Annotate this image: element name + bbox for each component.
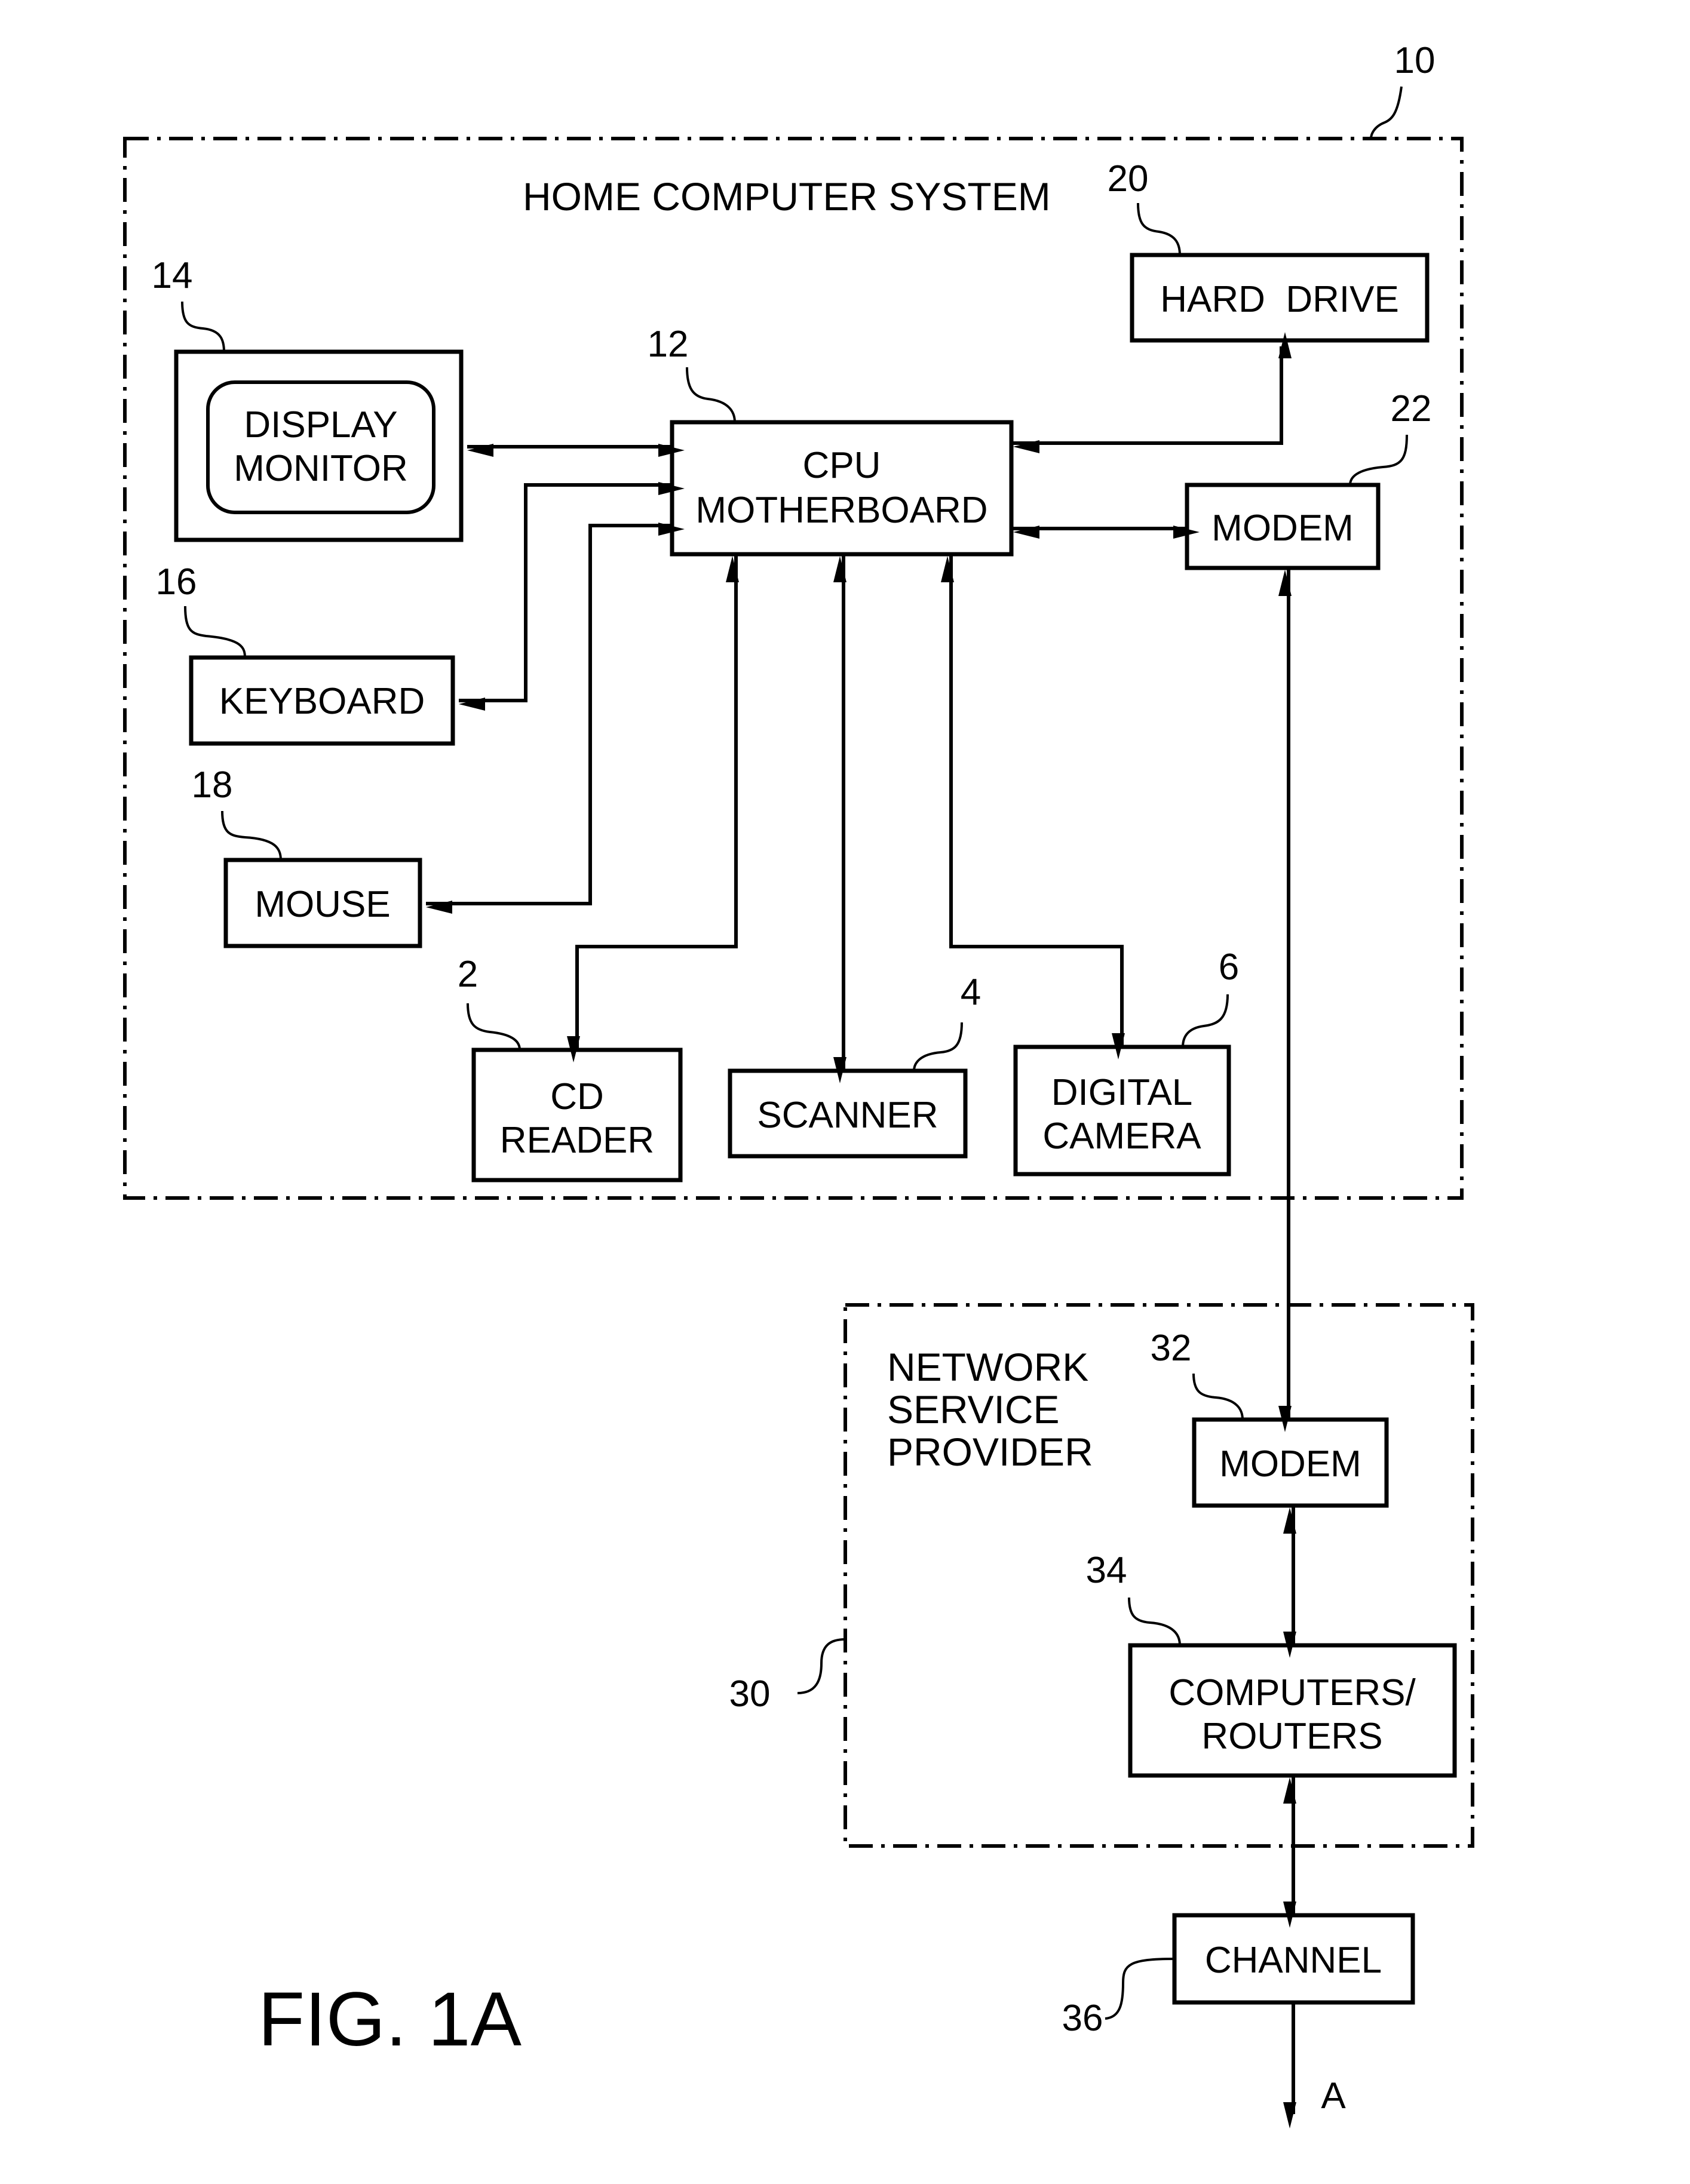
hard-drive-label: HARD DRIVE xyxy=(1160,279,1399,320)
ref-6: 6 xyxy=(1219,947,1239,988)
wire-keyboard-cpu xyxy=(459,482,685,711)
leader-22 xyxy=(1349,434,1408,486)
channel-label: CHANNEL xyxy=(1205,1940,1382,1981)
modem-home: MODEM 22 xyxy=(1185,388,1432,570)
display-label-2: MONITOR xyxy=(234,448,408,489)
modem-home-label: MODEM xyxy=(1211,508,1354,549)
leader-2 xyxy=(467,1003,521,1050)
wire-cpu-cdreader xyxy=(566,556,739,1063)
ref-14: 14 xyxy=(152,255,193,296)
ref-20: 20 xyxy=(1108,158,1149,199)
scanner: SCANNER 4 xyxy=(728,972,981,1159)
ref-22: 22 xyxy=(1391,388,1432,429)
leader-16 xyxy=(184,606,246,658)
leader-6 xyxy=(1182,994,1229,1048)
routers-label-2: ROUTERS xyxy=(1201,1716,1382,1757)
home-computer-system-group: HOME COMPUTER SYSTEM 10 xyxy=(123,40,1464,1200)
computers-routers: COMPUTERS/ ROUTERS 34 xyxy=(1086,1550,1457,1778)
ref-10: 10 xyxy=(1394,40,1436,81)
scanner-label: SCANNER xyxy=(757,1095,938,1136)
hard-drive: HARD DRIVE 20 xyxy=(1108,158,1430,343)
ref-18: 18 xyxy=(192,764,233,806)
camera-label-1: DIGITAL xyxy=(1051,1072,1193,1113)
ref-36: 36 xyxy=(1062,1998,1103,2039)
ref-4: 4 xyxy=(961,972,981,1013)
leader-4 xyxy=(913,1022,963,1071)
leader-10 xyxy=(1370,86,1403,139)
leader-30 xyxy=(797,1638,846,1694)
network-title-line-2: SERVICE xyxy=(887,1387,1060,1432)
display-label-1: DISPLAY xyxy=(244,404,397,446)
ref-30: 30 xyxy=(729,1673,771,1715)
cpu-label-2: MOTHERBOARD xyxy=(695,490,987,531)
ref-2: 2 xyxy=(458,954,478,995)
cpu-label-1: CPU xyxy=(803,445,881,486)
routers-label-1: COMPUTERS/ xyxy=(1168,1672,1416,1713)
leader-20 xyxy=(1137,202,1181,256)
network-title-line-1: NETWORK xyxy=(887,1345,1088,1389)
leader-36 xyxy=(1105,1958,1175,2020)
leader-34 xyxy=(1128,1597,1181,1646)
wire-cpu-harddrive xyxy=(1013,331,1292,454)
leader-18 xyxy=(221,810,282,861)
cd-reader-label-2: READER xyxy=(500,1120,654,1161)
camera-label-2: CAMERA xyxy=(1042,1116,1201,1157)
wire-mouse-cpu xyxy=(426,523,685,914)
modem-isp-label: MODEM xyxy=(1219,1443,1361,1485)
mouse-label: MOUSE xyxy=(254,884,390,925)
ref-16: 16 xyxy=(156,561,197,603)
keyboard: KEYBOARD 16 xyxy=(156,561,455,746)
digital-camera: DIGITAL CAMERA 6 xyxy=(1013,947,1239,1177)
ref-32: 32 xyxy=(1151,1328,1192,1369)
cd-reader: CD READER 2 xyxy=(458,954,683,1182)
offpage-connector-a: A xyxy=(1321,2075,1346,2117)
cd-reader-label-1: CD xyxy=(550,1076,604,1117)
mouse: MOUSE 18 xyxy=(192,764,422,948)
leader-14 xyxy=(181,301,225,352)
figure-label: FIG. 1A xyxy=(258,1977,522,2062)
keyboard-label: KEYBOARD xyxy=(219,681,425,722)
ref-12: 12 xyxy=(648,324,689,365)
display-monitor: DISPLAY MONITOR 14 xyxy=(152,255,464,542)
connections xyxy=(426,331,1296,2129)
modem-isp: MODEM 32 xyxy=(1151,1328,1389,1508)
cpu-motherboard: CPU MOTHERBOARD 12 xyxy=(648,324,1014,557)
home-system-title: HOME COMPUTER SYSTEM xyxy=(523,174,1051,219)
leader-32 xyxy=(1192,1373,1244,1420)
network-title-line-3: PROVIDER xyxy=(887,1430,1093,1474)
patent-block-diagram: HOME COMPUTER SYSTEM 10 NETWORK SERVICE … xyxy=(123,40,1474,2129)
channel: CHANNEL 36 xyxy=(1062,1913,1415,2039)
leader-12 xyxy=(686,367,736,423)
ref-34: 34 xyxy=(1086,1550,1127,1591)
